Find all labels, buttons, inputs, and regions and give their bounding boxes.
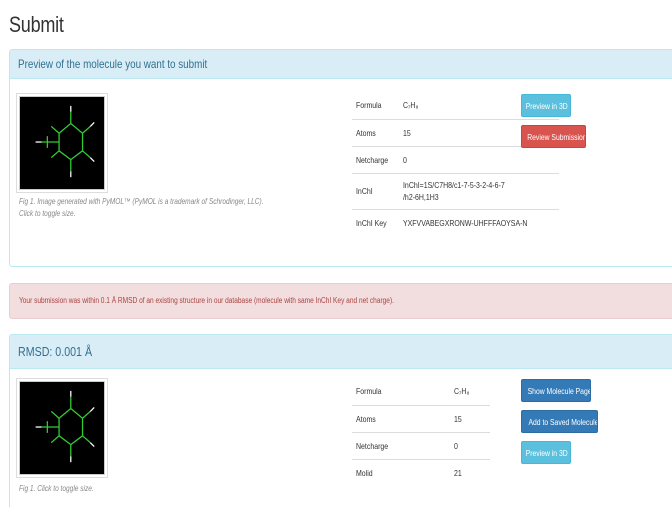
molecule-structure-icon <box>35 105 95 178</box>
properties-table: Formula C₇H₈ Atoms 15 Netcharge 0 Molid … <box>352 378 490 486</box>
table-row: InChI Key YXFVVABEGXRONW-UHFFFAOYSA-N <box>352 208 559 236</box>
table-row: Molid 21 <box>352 458 490 486</box>
figure-caption: Fig 1. Click to toggle size. <box>19 484 94 493</box>
show-molecule-page-button[interactable]: Show Molecule Page <box>521 379 591 402</box>
match-panel: RMSD: 0.001 Å Fig 1. Click to toggle siz… <box>9 334 672 507</box>
table-row: Atoms 15 <box>352 404 490 432</box>
duplicate-alert: Your submission was within 0.1 Å RMSD of… <box>9 283 672 319</box>
page-title: Submit <box>9 12 64 37</box>
review-submission-button[interactable]: Review Submission <box>521 125 586 148</box>
molecule-structure-icon <box>35 390 95 463</box>
table-row: Netcharge 0 <box>352 145 559 173</box>
table-row: Netcharge 0 <box>352 431 490 459</box>
preview-panel-heading: Preview of the molecule you want to subm… <box>10 50 672 79</box>
rmsd-heading: RMSD: 0.001 Å <box>10 335 672 369</box>
molecule-image[interactable] <box>19 381 105 475</box>
table-row: Formula C₇H₈ <box>356 386 470 397</box>
preview-panel: Preview of the molecule you want to subm… <box>9 49 672 267</box>
preview-3d-button[interactable]: Preview in 3D <box>521 441 571 464</box>
figure-caption: Fig 1. Image generated with PyMOL™ (PyMO… <box>19 197 264 218</box>
add-to-saved-molecules-button[interactable]: Add to Saved Molecules <box>521 410 598 433</box>
table-row: InChI InChI=1S/C7H8/c1-7-5-3-2-4-6-7 /h2… <box>352 172 559 209</box>
preview-3d-button[interactable]: Preview in 3D <box>521 94 571 117</box>
molecule-image[interactable] <box>19 96 105 190</box>
